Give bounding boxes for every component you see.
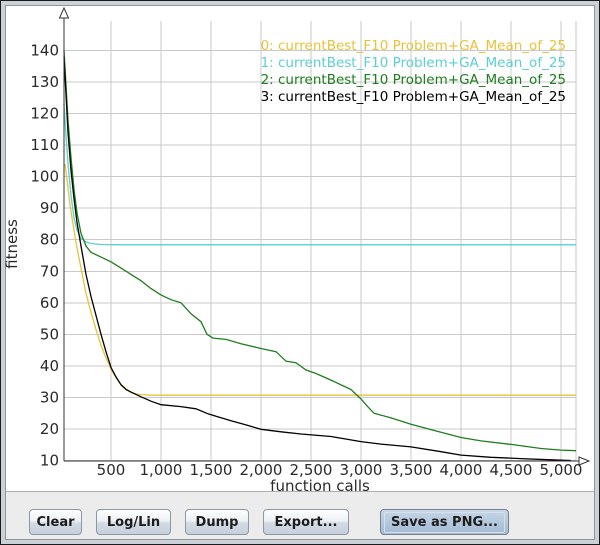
- dump-button[interactable]: Dump: [185, 509, 249, 535]
- plot-window: Clear Log/Lin Dump Export... Save as PNG…: [0, 0, 600, 545]
- legend-item-2: 2: currentBest_F10 Problem+GA_Mean_of_25: [261, 72, 566, 89]
- legend-item-1: 1: currentBest_F10 Problem+GA_Mean_of_25: [261, 55, 566, 72]
- toolbar: Clear Log/Lin Dump Export... Save as PNG…: [6, 491, 594, 539]
- x-axis-label: function calls: [64, 477, 576, 495]
- clear-button-label: Clear: [30, 512, 82, 533]
- save-as-png-button-label: Save as PNG...: [384, 512, 505, 533]
- dump-button-label: Dump: [189, 512, 246, 533]
- export-button[interactable]: Export...: [263, 509, 349, 535]
- legend: 0: currentBest_F10 Problem+GA_Mean_of_25…: [261, 38, 566, 106]
- log-lin-button-label: Log/Lin: [100, 512, 167, 533]
- legend-item-3: 3: currentBest_F10 Problem+GA_Mean_of_25: [261, 89, 566, 106]
- legend-item-0: 0: currentBest_F10 Problem+GA_Mean_of_25: [261, 38, 566, 55]
- export-button-label: Export...: [268, 512, 345, 533]
- y-axis-label: fitness: [3, 219, 21, 269]
- save-as-png-button[interactable]: Save as PNG...: [380, 509, 509, 535]
- clear-button[interactable]: Clear: [29, 509, 82, 535]
- log-lin-button[interactable]: Log/Lin: [96, 509, 171, 535]
